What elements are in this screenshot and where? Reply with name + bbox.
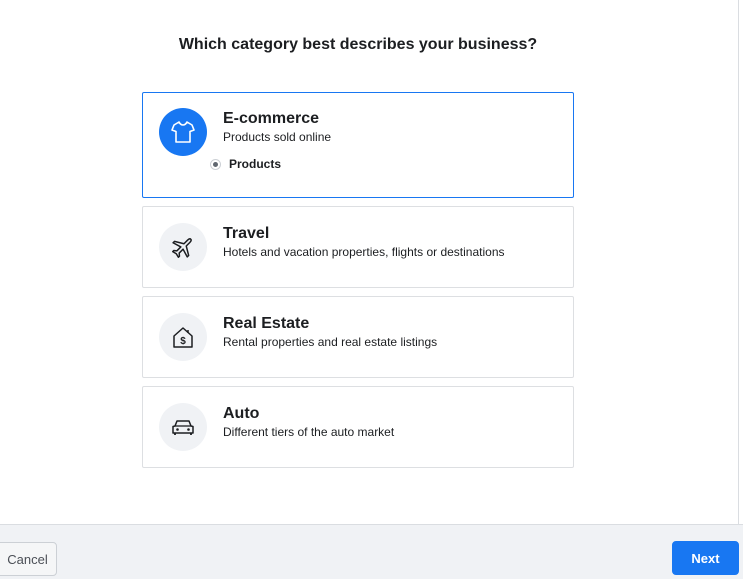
category-title: E-commerce (223, 110, 320, 127)
category-description: Rental properties and real estate listin… (223, 335, 438, 349)
next-button[interactable]: Next (672, 541, 739, 575)
sub-option-products[interactable]: Products (210, 157, 281, 171)
radio-button[interactable] (210, 158, 221, 170)
category-description: Hotels and vacation properties, flights … (223, 245, 505, 259)
category-card-real-estate[interactable]: $ Real Estate Rental properties and real… (142, 296, 574, 378)
svg-text:$: $ (180, 336, 186, 347)
cancel-button[interactable]: Cancel (0, 542, 57, 576)
category-title: Real Estate (223, 315, 310, 332)
category-description: Products sold online (223, 130, 332, 144)
category-title: Auto (223, 405, 260, 422)
page-title: Which category best describes your busin… (178, 36, 538, 53)
category-description: Different tiers of the auto market (223, 425, 395, 439)
category-card-travel[interactable]: Travel Hotels and vacation properties, f… (142, 206, 574, 288)
category-card-ecommerce[interactable]: E-commerce Products sold online Products (142, 92, 574, 198)
tshirt-icon (159, 108, 207, 156)
airplane-icon (159, 223, 207, 271)
panel-divider (738, 0, 739, 524)
category-title: Travel (223, 225, 270, 242)
sub-option-label: Products (229, 157, 282, 171)
category-card-auto[interactable]: Auto Different tiers of the auto market (142, 386, 574, 468)
house-dollar-icon: $ (159, 313, 207, 361)
dialog-footer: Cancel Next (0, 524, 743, 579)
car-icon (159, 403, 207, 451)
